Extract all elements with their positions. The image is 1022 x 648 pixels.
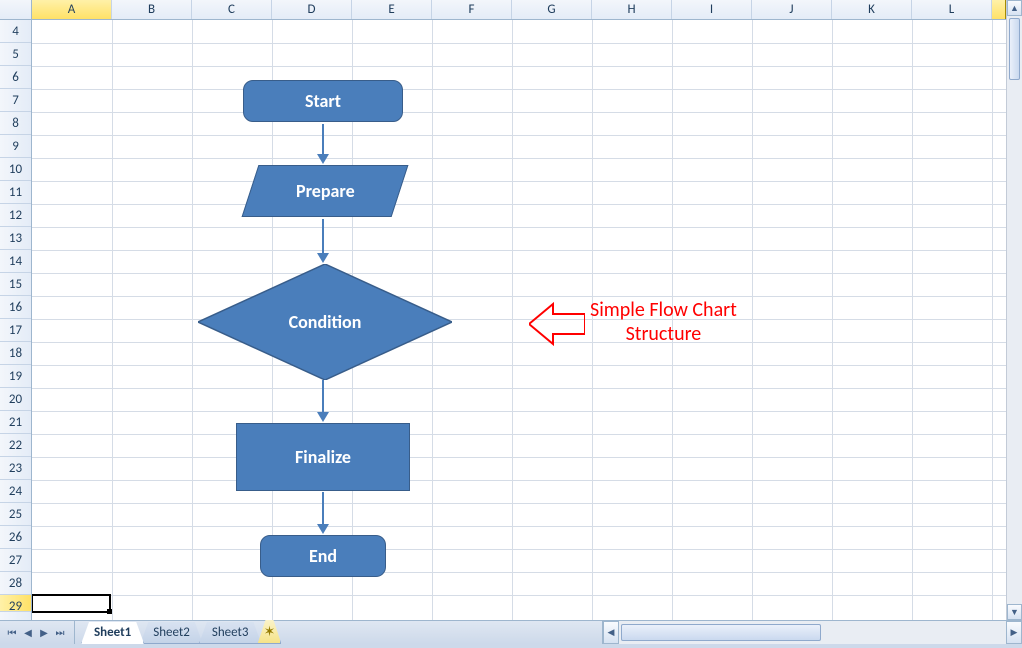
row-head-5[interactable]: 5 xyxy=(0,43,31,66)
col-head-J[interactable]: J xyxy=(752,0,832,19)
hscroll-track[interactable] xyxy=(619,621,1006,644)
sheet-tabs: Sheet1 Sheet2 Sheet3 ✶ xyxy=(75,621,277,644)
row-head-27[interactable]: 27 xyxy=(0,549,31,572)
row-head-17[interactable]: 17 xyxy=(0,319,31,342)
row-head-25[interactable]: 25 xyxy=(0,503,31,526)
sheet-tab-3[interactable]: Sheet3 xyxy=(199,622,262,644)
row-head-11[interactable]: 11 xyxy=(0,181,31,204)
row-head-18[interactable]: 18 xyxy=(0,342,31,365)
row-head-16[interactable]: 16 xyxy=(0,296,31,319)
col-head-G[interactable]: G xyxy=(512,0,592,19)
row-head-7[interactable]: 7 xyxy=(0,89,31,112)
row-head-22[interactable]: 22 xyxy=(0,434,31,457)
row-head-21[interactable]: 21 xyxy=(0,411,31,434)
row-header-column: 4 5 6 7 8 9 10 11 12 13 14 15 16 17 18 1… xyxy=(0,20,32,620)
new-sheet-button[interactable]: ✶ xyxy=(257,620,281,644)
status-strip xyxy=(0,644,1022,648)
row-head-12[interactable]: 12 xyxy=(0,204,31,227)
tab-nav-buttons: ⏮ ◀ ▶ ⏭ xyxy=(0,621,75,644)
selected-cell[interactable] xyxy=(32,594,111,613)
row-head-8[interactable]: 8 xyxy=(0,112,31,135)
row-head-28[interactable]: 28 xyxy=(0,572,31,595)
annotation-text[interactable]: Simple Flow Chart Structure xyxy=(590,298,737,346)
col-head-D[interactable]: D xyxy=(272,0,352,19)
tab-nav-prev[interactable]: ◀ xyxy=(20,624,36,642)
flowchart-start-label: Start xyxy=(305,90,341,112)
row-head-29[interactable]: 29 xyxy=(0,595,31,612)
arrow-finalize-to-end xyxy=(316,492,330,534)
flowchart-end[interactable]: End xyxy=(260,535,386,577)
flowchart-end-label: End xyxy=(309,545,337,567)
excel-window: A B C D E F G H I J K L 4 5 6 7 8 9 10 1… xyxy=(0,0,1022,648)
flowchart-condition-label: Condition xyxy=(289,311,362,333)
select-all-corner[interactable] xyxy=(0,0,32,19)
flowchart-finalize[interactable]: Finalize xyxy=(236,423,410,491)
row-head-14[interactable]: 14 xyxy=(0,250,31,273)
row-head-15[interactable]: 15 xyxy=(0,273,31,296)
row-head-26[interactable]: 26 xyxy=(0,526,31,549)
scroll-up-button[interactable]: ▲ xyxy=(1007,0,1022,16)
row-head-13[interactable]: 13 xyxy=(0,227,31,250)
row-head-19[interactable]: 19 xyxy=(0,365,31,388)
annotation-line1: Simple Flow Chart xyxy=(590,298,737,322)
gridlines-vertical xyxy=(32,20,1006,620)
flowchart-condition[interactable]: Condition xyxy=(198,264,452,380)
col-head-A[interactable]: A xyxy=(32,0,112,19)
col-head-H[interactable]: H xyxy=(592,0,672,19)
arrow-prepare-to-condition xyxy=(316,219,330,263)
scroll-left-button[interactable]: ◀ xyxy=(603,621,619,644)
flowchart-prepare[interactable]: Prepare xyxy=(242,165,409,217)
gridlines-horizontal xyxy=(32,20,1006,620)
col-head-K[interactable]: K xyxy=(832,0,912,19)
annotation-line2: Structure xyxy=(590,322,737,346)
row-head-6[interactable]: 6 xyxy=(0,66,31,89)
flowchart-finalize-label: Finalize xyxy=(295,446,351,468)
arrow-condition-to-finalize xyxy=(316,380,330,422)
col-head-I[interactable]: I xyxy=(672,0,752,19)
col-head-B[interactable]: B xyxy=(112,0,192,19)
arrow-start-to-prepare xyxy=(316,124,330,164)
tab-nav-next[interactable]: ▶ xyxy=(36,624,52,642)
row-head-24[interactable]: 24 xyxy=(0,480,31,503)
scroll-right-button[interactable]: ▶ xyxy=(1006,621,1022,644)
tab-nav-first[interactable]: ⏮ xyxy=(4,624,20,642)
flowchart-start[interactable]: Start xyxy=(243,80,403,122)
col-head-partial[interactable] xyxy=(992,0,1006,19)
horizontal-scroll-thumb[interactable] xyxy=(621,624,821,641)
row-head-20[interactable]: 20 xyxy=(0,388,31,411)
vertical-scrollbar[interactable]: ▲ ▼ xyxy=(1006,0,1022,620)
spreadsheet-grid[interactable]: Start Prepare Condition Finalize xyxy=(32,20,1006,620)
sheet-tab-1[interactable]: Sheet1 xyxy=(81,622,144,644)
col-head-F[interactable]: F xyxy=(432,0,512,19)
tab-nav-last[interactable]: ⏭ xyxy=(52,624,68,642)
col-head-L[interactable]: L xyxy=(912,0,992,19)
row-head-4[interactable]: 4 xyxy=(0,20,31,43)
annotation-left-arrow[interactable] xyxy=(529,300,585,348)
col-head-E[interactable]: E xyxy=(352,0,432,19)
col-head-C[interactable]: C xyxy=(192,0,272,19)
row-head-10[interactable]: 10 xyxy=(0,158,31,181)
flowchart-prepare-label: Prepare xyxy=(296,180,355,202)
row-head-9[interactable]: 9 xyxy=(0,135,31,158)
row-head-23[interactable]: 23 xyxy=(0,457,31,480)
horizontal-scrollbar[interactable]: ◀ ▶ xyxy=(602,621,1022,644)
scroll-down-button[interactable]: ▼ xyxy=(1007,604,1022,620)
left-arrow-icon xyxy=(529,300,585,348)
vertical-scroll-thumb[interactable] xyxy=(1009,18,1020,80)
sheet-tab-2[interactable]: Sheet2 xyxy=(140,622,203,644)
sheet-tab-bar: ⏮ ◀ ▶ ⏭ Sheet1 Sheet2 Sheet3 ✶ ◀ ▶ xyxy=(0,620,1022,644)
column-header-row: A B C D E F G H I J K L xyxy=(0,0,1022,20)
